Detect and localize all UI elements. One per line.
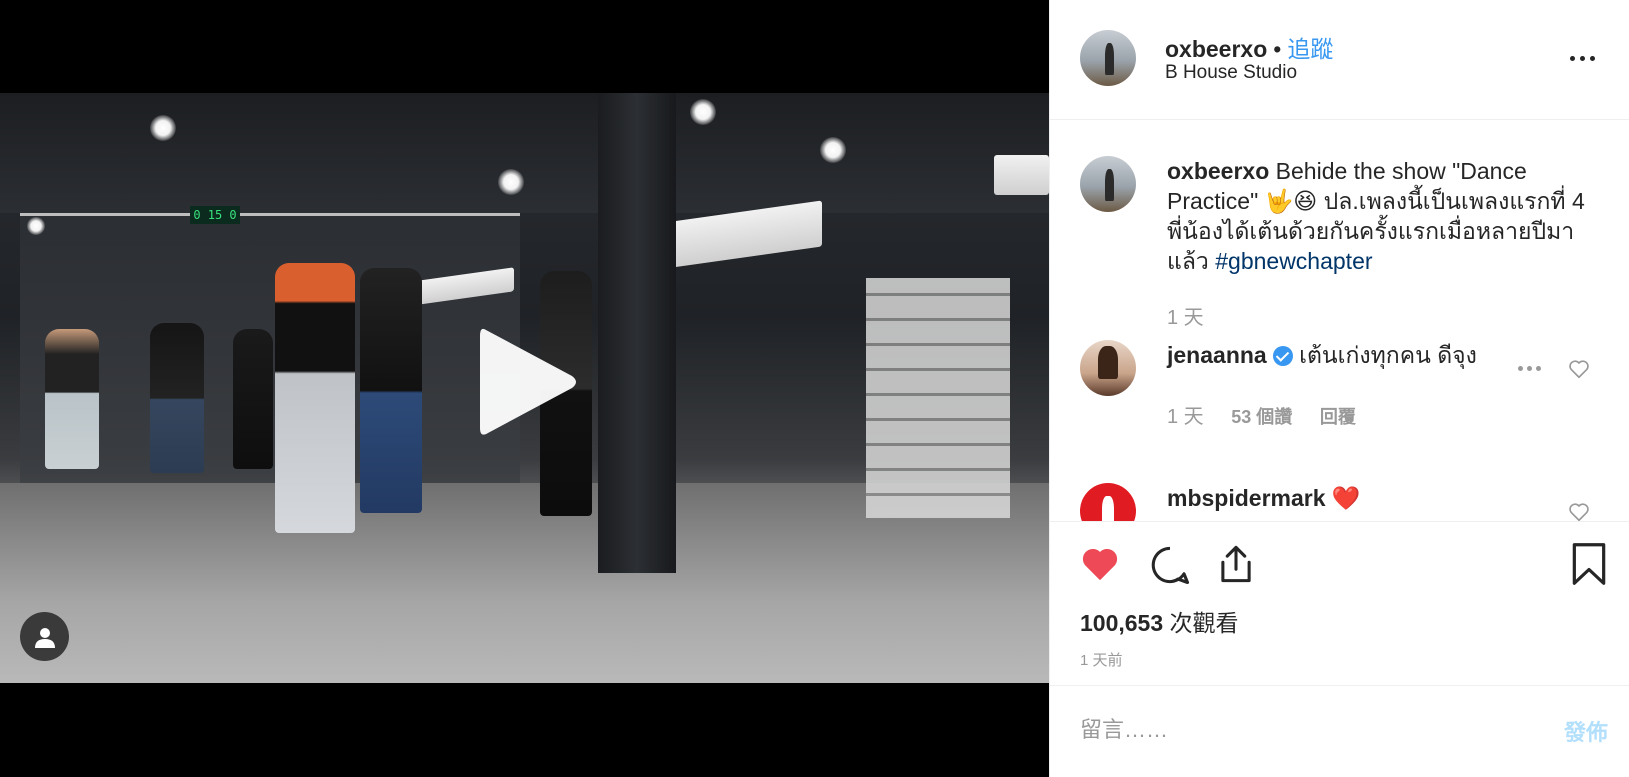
post-timestamp[interactable]: 1 天前 <box>1080 649 1123 670</box>
comment-age[interactable]: 1 天 <box>1167 406 1204 428</box>
caption-body: oxbeerxo Behide the show "Dance Practice… <box>1167 156 1592 276</box>
comment-like-heart-icon[interactable] <box>1568 501 1590 521</box>
ceiling-light <box>27 217 45 235</box>
dancer <box>275 263 355 533</box>
share-icon[interactable] <box>1215 542 1257 586</box>
heart-icon[interactable] <box>1080 544 1120 584</box>
comment-like-heart-icon[interactable] <box>1568 358 1590 380</box>
author-username[interactable]: oxbeerxo <box>1165 36 1267 62</box>
author-line: oxbeerxo • 追蹤 <box>1165 30 1333 64</box>
ceiling-light <box>690 99 716 125</box>
commenter-avatar[interactable] <box>1080 483 1136 521</box>
comment-text: ❤️ <box>1331 485 1361 511</box>
post-actions: 100,653 次觀看 1 天前 <box>1050 521 1629 686</box>
caption-avatar[interactable] <box>1080 156 1136 212</box>
post-header: oxbeerxo • 追蹤 B House Studio <box>1050 0 1629 120</box>
location-link[interactable]: B House Studio <box>1165 62 1297 84</box>
separator-dot: • <box>1273 36 1282 62</box>
play-icon[interactable] <box>472 322 580 442</box>
person-icon <box>34 627 55 648</box>
ceiling-light <box>150 115 176 141</box>
caption-meta: 1 天 <box>1167 301 1226 330</box>
verified-badge-icon <box>1272 346 1293 366</box>
reply-button[interactable]: 回覆 <box>1320 407 1356 427</box>
comment-body: mbspidermark ❤️ <box>1167 483 1592 513</box>
author-avatar[interactable] <box>1080 30 1136 86</box>
dancer-reflection <box>233 329 273 469</box>
caption-username[interactable]: oxbeerxo <box>1167 158 1269 184</box>
dancer <box>360 268 422 513</box>
commenter-username[interactable]: mbspidermark <box>1167 485 1326 511</box>
comment-likes-count[interactable]: 53 個讚 <box>1231 407 1292 427</box>
dancer-reflection <box>45 329 99 469</box>
glass-block-wall <box>866 278 1010 518</box>
post-details-panel: oxbeerxo • 追蹤 B House Studio oxbeerxo Behi… <box>1049 0 1629 777</box>
comment-more-icon[interactable] <box>1518 366 1544 372</box>
views-count[interactable]: 100,653 次觀看 <box>1080 604 1239 638</box>
comments-list[interactable]: oxbeerxo Behide the show "Dance Practice… <box>1050 121 1629 521</box>
air-conditioner <box>994 155 1049 195</box>
add-comment-section: 發佈 <box>1050 687 1629 777</box>
video-pillar <box>598 93 676 573</box>
caption-age[interactable]: 1 天 <box>1167 307 1204 329</box>
comment-bubble-icon[interactable] <box>1149 544 1191 586</box>
bookmark-icon[interactable] <box>1570 542 1608 586</box>
ceiling-light <box>820 137 846 163</box>
views-label: 次觀看 <box>1169 610 1239 636</box>
dancer-reflection <box>150 323 204 473</box>
comment-text: เต้นเก่งทุกคน ดีจุง <box>1299 342 1477 368</box>
comment-meta: 1 天 53 個讚 回覆 <box>1167 400 1378 429</box>
commenter-avatar[interactable] <box>1080 340 1136 396</box>
follow-button[interactable]: 追蹤 <box>1287 36 1333 62</box>
comment-input[interactable] <box>1080 709 1510 751</box>
video-ceiling <box>0 93 1049 213</box>
media-viewer: 0 15 0 <box>0 0 1049 777</box>
views-number: 100,653 <box>1080 610 1164 636</box>
commenter-username[interactable]: jenaanna <box>1167 342 1267 368</box>
more-options-icon[interactable] <box>1570 50 1600 66</box>
hashtag-link[interactable]: #gbnewchapter <box>1215 248 1372 274</box>
post-comment-button[interactable]: 發佈 <box>1564 715 1608 747</box>
ceiling-light <box>498 169 524 195</box>
wall-clock: 0 15 0 <box>190 206 240 224</box>
user-tag-button[interactable] <box>20 612 69 661</box>
